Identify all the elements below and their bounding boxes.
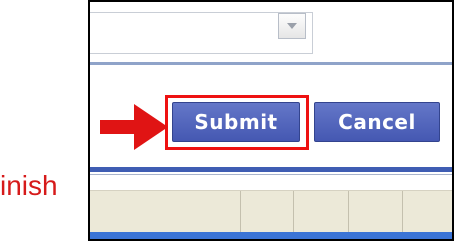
section-divider: [90, 62, 452, 65]
cancel-button-label: Cancel: [338, 110, 416, 134]
tutorial-screenshot: Submit Cancel inish: [0, 0, 454, 241]
chevron-down-icon: [286, 22, 298, 30]
submit-highlight-box: [165, 95, 309, 150]
footer-divider: [90, 174, 452, 175]
grid-header-bar: [90, 190, 452, 233]
grid-column-separator: [240, 191, 241, 233]
grid-column-separator: [293, 191, 294, 233]
cancel-button[interactable]: Cancel: [314, 102, 440, 142]
taskbar-strip: [90, 232, 452, 239]
annotation-label: inish: [0, 170, 58, 201]
dropdown-toggle-button[interactable]: [278, 13, 306, 39]
form-footer-bar: [90, 167, 452, 172]
grid-column-separator: [402, 191, 403, 233]
grid-column-separator: [348, 191, 349, 233]
red-arrow-icon: [100, 100, 170, 159]
